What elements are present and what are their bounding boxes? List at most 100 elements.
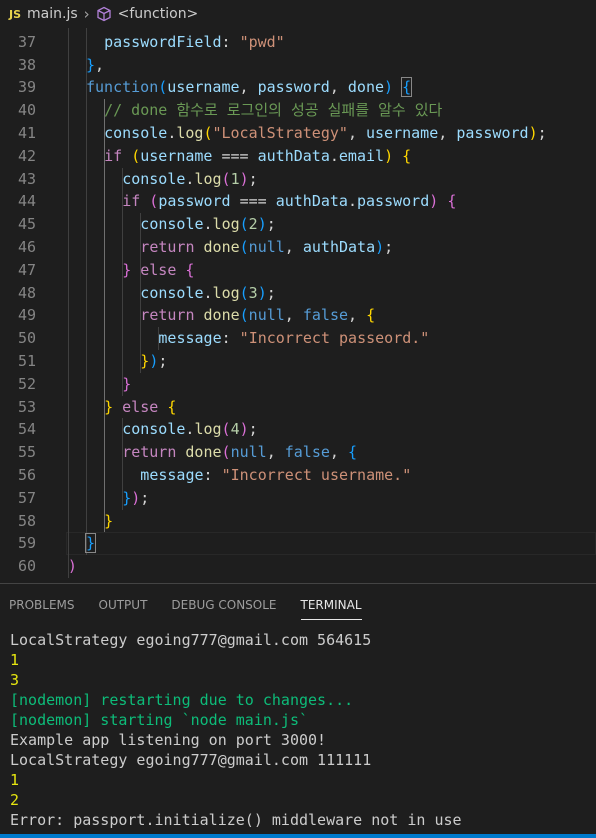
tab-problems[interactable]: PROBLEMS — [9, 584, 75, 626]
line-number: 54 — [17, 420, 36, 439]
line-number: 51 — [17, 352, 36, 370]
code-token: passwordField — [104, 32, 222, 51]
code-line: 37 passwordField: "pwd" — [0, 31, 596, 54]
line-number: 48 — [17, 283, 36, 302]
code-token: null — [230, 443, 267, 462]
code-token: username — [366, 124, 439, 142]
code-token: ) — [67, 557, 77, 576]
code-token: "Incorrect username." — [221, 466, 412, 484]
code-token: authData — [302, 238, 376, 256]
code-token: ) — [239, 420, 249, 439]
code-line: 57}); — [0, 487, 596, 510]
code-token: done — [347, 78, 385, 97]
code-token: message — [140, 466, 204, 484]
code-token: log — [194, 169, 222, 188]
code-line: 45 console.log(2); — [0, 213, 596, 236]
line-number: 46 — [17, 238, 36, 256]
tab-debug-console[interactable]: DEBUG CONSOLE — [171, 584, 276, 626]
code-token: , — [329, 443, 348, 462]
code-token: ) — [384, 78, 394, 97]
code-token: ) — [257, 215, 267, 234]
code-token: 2 — [248, 215, 258, 234]
code-token: ( — [239, 238, 249, 256]
code-line: 60) — [0, 555, 596, 578]
vscode-window: 36usernameField: "email",37passwordField… — [0, 0, 596, 838]
code-editor[interactable]: 36usernameField: "email",37passwordField… — [0, 12, 596, 582]
code-token: ) — [528, 124, 538, 142]
line-number: 57 — [17, 488, 36, 507]
code-token: ) — [384, 146, 394, 165]
code-token: log — [194, 420, 222, 439]
code-token: { — [401, 77, 413, 98]
terminal-output[interactable]: LocalStrategy egoing777@gmail.com 564615… — [10, 630, 462, 830]
code-token: ; — [384, 238, 394, 256]
code-token: null — [248, 306, 285, 325]
bottom-panel: PROBLEMS OUTPUT DEBUG CONSOLE TERMINAL L… — [0, 583, 596, 838]
code-token: message — [158, 329, 222, 348]
code-token: : — [203, 466, 222, 484]
code-token: password — [357, 192, 430, 211]
code-line: 38}, — [0, 54, 596, 77]
code-text: }); — [140, 350, 167, 373]
code-line: 39 function(username, password, done) { — [0, 76, 596, 99]
code-token: , — [239, 78, 258, 97]
breadcrumb-symbol[interactable]: <function> — [118, 6, 199, 22]
code-token: "pwd" — [239, 32, 285, 51]
line-number: 50 — [17, 329, 36, 348]
code-token: "Incorrect passeord." — [239, 329, 430, 348]
code-token: , — [348, 306, 367, 325]
code-line: 53} else { — [0, 396, 596, 419]
code-line: 48 console.log(3); — [0, 282, 596, 305]
code-token: ( — [131, 146, 141, 165]
terminal-line: [nodemon] restarting due to changes... — [10, 691, 354, 709]
code-token: authData — [257, 146, 330, 165]
code-token: . — [347, 192, 357, 211]
code-token: ( — [149, 192, 159, 211]
code-token: else — [140, 260, 177, 279]
code-token: password — [158, 192, 231, 211]
code-token: done — [203, 306, 240, 325]
code-token: } — [86, 55, 96, 74]
code-token: log — [212, 215, 240, 234]
code-line: 55 return done(null, false, { — [0, 441, 596, 464]
code-line: 43 console.log(1); — [0, 168, 596, 191]
code-token: , — [284, 238, 303, 256]
code-token: ) — [257, 283, 267, 302]
code-line: 58} — [0, 510, 596, 533]
code-text: }); — [122, 487, 149, 510]
tab-output[interactable]: OUTPUT — [99, 584, 148, 626]
code-token: ) — [239, 169, 249, 188]
code-text: ) — [68, 555, 77, 578]
code-text: if (password === authData.password) { — [122, 190, 456, 213]
code-token: , — [329, 78, 348, 97]
code-line: 51}); — [0, 350, 596, 373]
code-token: ( — [221, 443, 231, 462]
function-cube-icon — [96, 6, 112, 22]
line-number: 42 — [17, 146, 36, 165]
terminal-line: Example app listening on port 3000! — [10, 731, 327, 749]
code-token: console — [140, 215, 204, 234]
code-token: : — [221, 329, 240, 348]
code-text: return done(null, false, { — [122, 441, 357, 464]
line-number: 37 — [17, 32, 36, 51]
code-token: 4 — [230, 420, 240, 439]
code-token: ; — [266, 215, 276, 234]
code-token: username — [140, 146, 213, 165]
code-token: console — [140, 283, 204, 302]
code-token: email — [338, 146, 385, 165]
tab-terminal[interactable]: TERMINAL — [300, 584, 362, 626]
code-token: ; — [140, 488, 150, 507]
code-text: } — [84, 532, 97, 555]
line-number: 59 — [17, 534, 36, 553]
line-number: 44 — [17, 192, 36, 211]
code-token: ; — [248, 169, 258, 188]
line-number: 52 — [17, 374, 36, 393]
code-text: console.log(2); — [140, 213, 275, 236]
code-line: 46 return done(null, authData); — [0, 236, 596, 259]
breadcrumb-file[interactable]: main.js — [27, 6, 78, 22]
